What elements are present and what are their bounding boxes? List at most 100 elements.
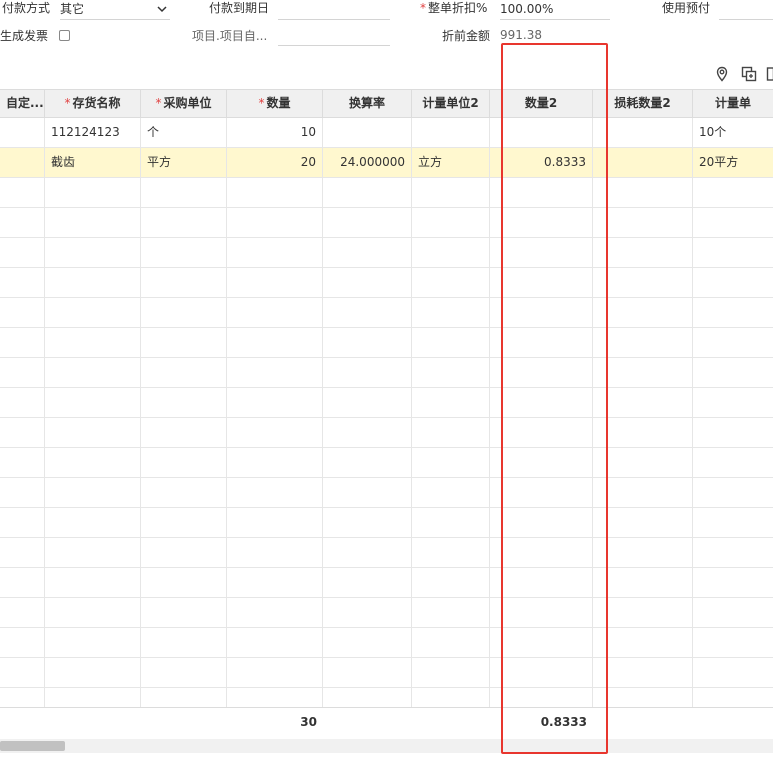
empty-cell[interactable] xyxy=(45,448,141,477)
empty-cell[interactable] xyxy=(0,298,45,327)
empty-cell[interactable] xyxy=(693,268,773,297)
empty-cell[interactable] xyxy=(45,538,141,567)
empty-cell[interactable] xyxy=(490,508,593,537)
empty-cell[interactable] xyxy=(693,478,773,507)
col-header-unit-more[interactable]: 计量单 xyxy=(693,90,773,117)
location-pin-icon[interactable] xyxy=(714,66,730,82)
empty-cell[interactable] xyxy=(593,658,693,687)
empty-cell[interactable] xyxy=(593,298,693,327)
empty-cell[interactable] xyxy=(593,508,693,537)
empty-table-row[interactable] xyxy=(0,388,773,418)
cell-loss-qty2[interactable] xyxy=(593,118,693,147)
cell-unit-more[interactable]: 20平方 xyxy=(693,148,773,177)
empty-cell[interactable] xyxy=(323,448,412,477)
empty-cell[interactable] xyxy=(412,598,490,627)
empty-cell[interactable] xyxy=(323,268,412,297)
empty-cell[interactable] xyxy=(412,388,490,417)
empty-cell[interactable] xyxy=(141,328,227,357)
empty-table-row[interactable] xyxy=(0,568,773,598)
empty-cell[interactable] xyxy=(227,628,323,657)
empty-cell[interactable] xyxy=(593,388,693,417)
empty-cell[interactable] xyxy=(490,178,593,207)
empty-cell[interactable] xyxy=(593,688,693,707)
empty-cell[interactable] xyxy=(45,628,141,657)
horizontal-scrollbar-thumb[interactable] xyxy=(0,741,65,751)
cell-custom[interactable] xyxy=(0,118,45,147)
empty-cell[interactable] xyxy=(412,508,490,537)
empty-cell[interactable] xyxy=(490,388,593,417)
empty-cell[interactable] xyxy=(412,418,490,447)
empty-cell[interactable] xyxy=(412,538,490,567)
empty-cell[interactable] xyxy=(490,448,593,477)
empty-cell[interactable] xyxy=(45,298,141,327)
horizontal-scrollbar[interactable] xyxy=(0,739,773,753)
copy-icon[interactable] xyxy=(741,66,757,82)
cell-qty2[interactable]: 0.8333 xyxy=(490,148,593,177)
cell-name[interactable]: 112124123 xyxy=(45,118,141,147)
empty-table-row[interactable] xyxy=(0,628,773,658)
empty-cell[interactable] xyxy=(593,628,693,657)
payment-due-input[interactable] xyxy=(278,0,390,20)
empty-cell[interactable] xyxy=(412,298,490,327)
empty-cell[interactable] xyxy=(412,358,490,387)
empty-cell[interactable] xyxy=(412,568,490,597)
empty-cell[interactable] xyxy=(227,538,323,567)
empty-cell[interactable] xyxy=(0,598,45,627)
empty-cell[interactable] xyxy=(412,478,490,507)
empty-cell[interactable] xyxy=(141,628,227,657)
empty-cell[interactable] xyxy=(693,328,773,357)
empty-cell[interactable] xyxy=(593,598,693,627)
empty-cell[interactable] xyxy=(141,268,227,297)
empty-cell[interactable] xyxy=(0,538,45,567)
empty-cell[interactable] xyxy=(45,268,141,297)
empty-cell[interactable] xyxy=(412,268,490,297)
empty-table-row[interactable] xyxy=(0,508,773,538)
empty-cell[interactable] xyxy=(141,448,227,477)
empty-cell[interactable] xyxy=(412,178,490,207)
empty-cell[interactable] xyxy=(693,598,773,627)
empty-cell[interactable] xyxy=(323,658,412,687)
empty-table-row[interactable] xyxy=(0,208,773,238)
empty-cell[interactable] xyxy=(693,568,773,597)
col-header-rate[interactable]: 换算率 xyxy=(323,90,412,117)
empty-cell[interactable] xyxy=(0,238,45,267)
empty-cell[interactable] xyxy=(490,268,593,297)
empty-cell[interactable] xyxy=(412,658,490,687)
empty-cell[interactable] xyxy=(323,628,412,657)
discount-input[interactable]: 100.00% xyxy=(500,0,610,20)
empty-cell[interactable] xyxy=(693,628,773,657)
empty-cell[interactable] xyxy=(141,178,227,207)
empty-cell[interactable] xyxy=(693,448,773,477)
empty-cell[interactable] xyxy=(593,268,693,297)
empty-cell[interactable] xyxy=(593,208,693,237)
cell-unit2[interactable]: 立方 xyxy=(412,148,490,177)
cell-rate[interactable] xyxy=(323,118,412,147)
payment-method-select[interactable]: 其它 xyxy=(60,0,170,20)
empty-cell[interactable] xyxy=(141,598,227,627)
empty-table-row[interactable] xyxy=(0,598,773,628)
empty-cell[interactable] xyxy=(490,208,593,237)
empty-cell[interactable] xyxy=(0,478,45,507)
empty-cell[interactable] xyxy=(490,538,593,567)
empty-cell[interactable] xyxy=(323,208,412,237)
empty-cell[interactable] xyxy=(45,508,141,537)
empty-cell[interactable] xyxy=(141,658,227,687)
empty-cell[interactable] xyxy=(227,688,323,707)
empty-cell[interactable] xyxy=(0,658,45,687)
empty-cell[interactable] xyxy=(45,478,141,507)
empty-cell[interactable] xyxy=(490,628,593,657)
empty-cell[interactable] xyxy=(490,568,593,597)
empty-cell[interactable] xyxy=(45,208,141,237)
empty-cell[interactable] xyxy=(45,178,141,207)
empty-table-row[interactable] xyxy=(0,178,773,208)
empty-cell[interactable] xyxy=(593,178,693,207)
col-header-qty[interactable]: * 数量 xyxy=(227,90,323,117)
empty-cell[interactable] xyxy=(323,298,412,327)
empty-cell[interactable] xyxy=(45,598,141,627)
empty-cell[interactable] xyxy=(0,328,45,357)
empty-table-row[interactable] xyxy=(0,238,773,268)
empty-cell[interactable] xyxy=(141,358,227,387)
empty-cell[interactable] xyxy=(141,388,227,417)
empty-cell[interactable] xyxy=(141,238,227,267)
table-row-selected[interactable]: 截齿 平方 20 24.000000 立方 0.8333 20平方 xyxy=(0,148,773,178)
